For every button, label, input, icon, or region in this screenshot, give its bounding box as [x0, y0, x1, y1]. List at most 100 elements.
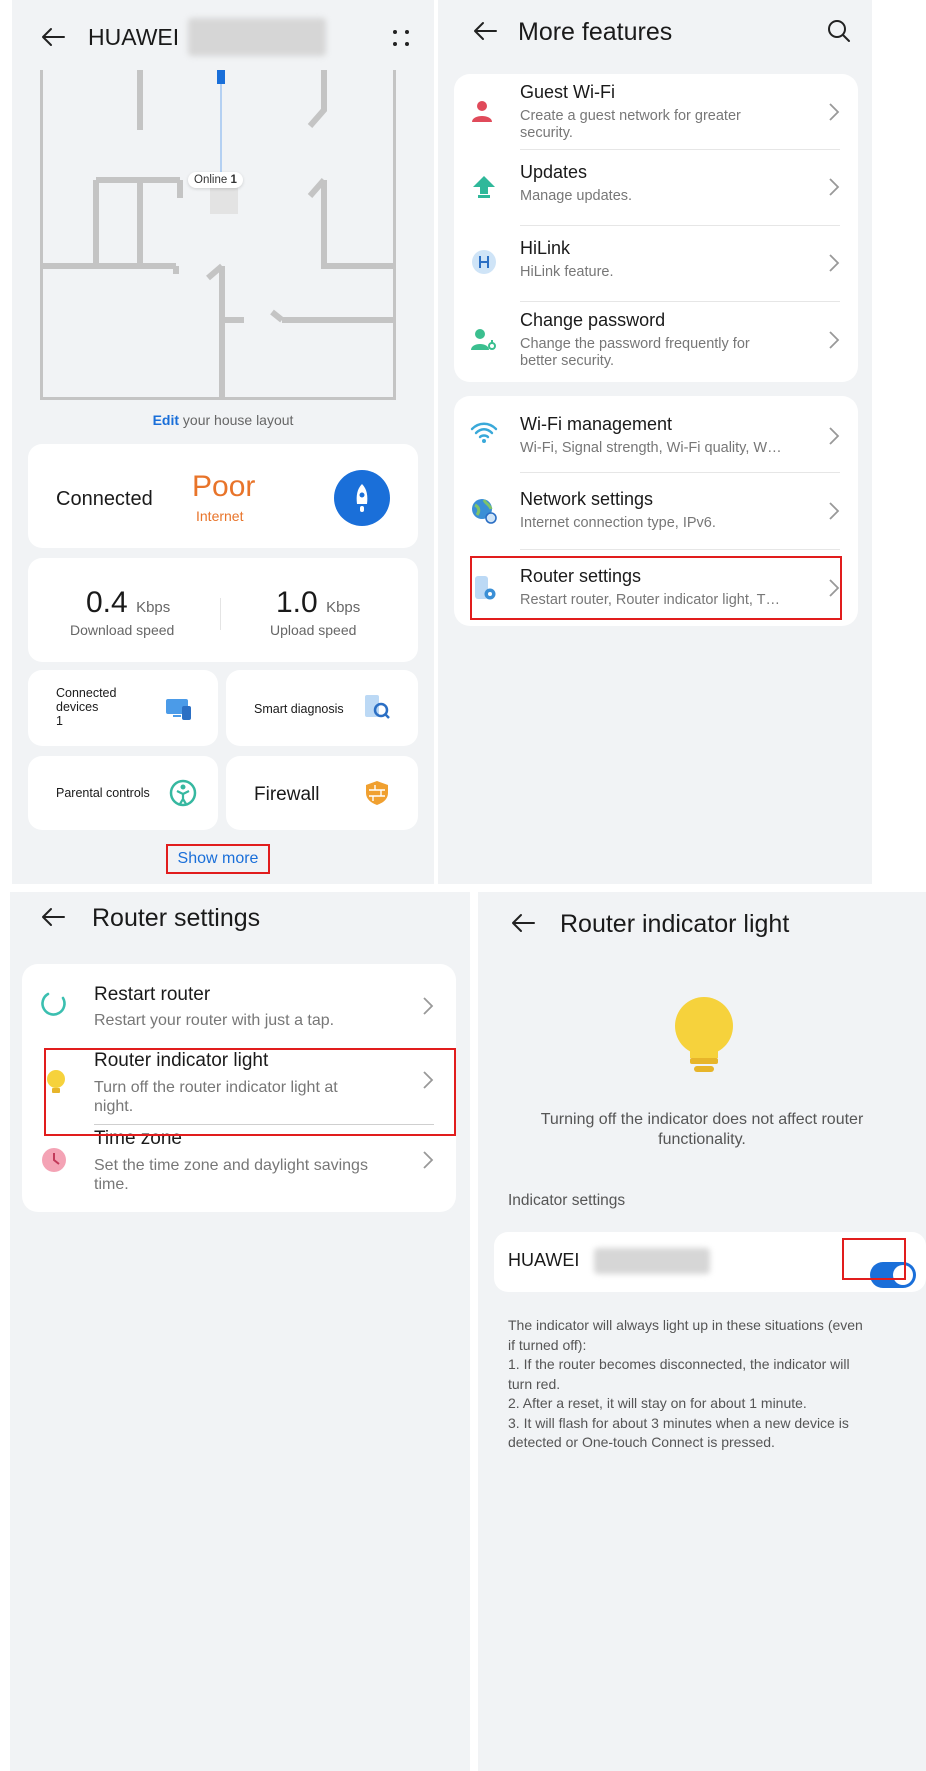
edit-layout-text: your house layout [179, 412, 294, 428]
item-title: Change password [520, 310, 666, 330]
redacted-device-name [594, 1248, 710, 1274]
hilink-icon [472, 250, 496, 274]
network-quality: Poor [192, 470, 256, 503]
connection-status-card[interactable]: Connected Poor Internet [28, 444, 418, 548]
item-title: HiLink [520, 238, 571, 258]
online-label: Online [194, 174, 228, 186]
connected-devices-label: Connected devices 1 [56, 686, 116, 728]
connected-devices-tile[interactable]: Connected devices 1 [28, 670, 218, 746]
online-count: 1 [230, 174, 237, 186]
parental-controls-label: Parental controls [56, 786, 150, 800]
chevron-right-icon [829, 103, 840, 121]
list-item-restart-router[interactable]: Restart router Restart your router with … [22, 964, 456, 1038]
person-icon [472, 101, 492, 122]
online-badge: Online 1 [188, 172, 243, 188]
page-title: HUAWEI [88, 24, 180, 50]
firewall-label: Firewall [254, 784, 320, 805]
router-home-panel: HUAWEI Online 1 Edit your house layout C… [12, 0, 434, 884]
download-speed-label: Download speed [70, 622, 175, 638]
upload-speed: 1.0 Kbps [276, 586, 360, 620]
item-subtitle: HiLink feature. [520, 264, 614, 280]
router-settings-panel: Router settings Restart router Restart y… [10, 892, 470, 1771]
connected-devices-label-l2: devices [56, 700, 99, 714]
speed-card: 0.4 Kbps Download speed 1.0 Kbps Upload … [28, 558, 418, 662]
item-title: Restart router [94, 984, 211, 1005]
list-item-wifi-management[interactable]: Wi-Fi management Wi-Fi, Signal strength,… [454, 396, 858, 473]
connection-label: Connected [56, 488, 153, 510]
speed-boost-button[interactable] [334, 470, 390, 526]
highlight-box [842, 1238, 906, 1280]
chevron-right-icon [829, 331, 840, 349]
page-title: Router indicator light [560, 910, 790, 938]
house-layout-map[interactable] [40, 70, 396, 400]
download-speed-unit: Kbps [136, 599, 171, 616]
bulb-illustration-icon [675, 997, 733, 1072]
highlight-box [470, 556, 842, 620]
download-speed-value: 0.4 [86, 586, 128, 619]
smart-diagnosis-tile[interactable]: Smart diagnosis [226, 670, 418, 746]
diagnosis-icon [365, 695, 390, 719]
description-line-1: Turning off the indicator does not affec… [540, 1111, 864, 1128]
item-subtitle: Restart your router with just a tap. [94, 1012, 335, 1029]
back-arrow-icon[interactable] [40, 904, 66, 930]
item-subtitle: Wi-Fi, Signal strength, Wi-Fi quality, W… [520, 440, 782, 456]
back-arrow-icon[interactable] [510, 910, 536, 936]
item-subtitle: Internet connection type, IPv6. [520, 515, 716, 531]
speed-divider [220, 598, 221, 630]
list-item-guest-wifi[interactable]: Guest Wi-Fi Create a guest network for g… [454, 74, 858, 150]
page-title: More features [518, 18, 673, 46]
item-subtitle: Create a guest network for greater securi… [520, 108, 741, 141]
item-title: Guest Wi-Fi [520, 82, 616, 102]
more-options-icon[interactable] [390, 26, 412, 50]
list-item-hilink[interactable]: HiLink HiLink feature. [454, 226, 858, 302]
device-name: HUAWEI [508, 1250, 580, 1270]
parental-controls-icon [169, 779, 197, 807]
connected-devices-count: 1 [56, 714, 63, 728]
globe-gear-icon [472, 499, 497, 524]
item-subtitle: Manage updates. [520, 188, 633, 204]
rocket-icon [356, 484, 368, 512]
upload-speed-unit: Kbps [326, 599, 361, 616]
back-arrow-icon[interactable] [472, 18, 498, 44]
indicator-notes: The indicator will always light up in th… [508, 1317, 863, 1450]
key-person-icon [471, 329, 496, 350]
chevron-right-icon [829, 178, 840, 196]
list-item-updates[interactable]: Updates Manage updates. [454, 150, 858, 226]
list-item-network-settings[interactable]: Network settings Internet connection typ… [454, 473, 858, 550]
item-subtitle: Change the password frequently for better… [520, 336, 750, 369]
features-group-1: Guest Wi-Fi Create a guest network for g… [454, 74, 858, 382]
chevron-right-icon [829, 254, 840, 272]
list-item-change-password[interactable]: Change password Change the password freq… [454, 302, 858, 382]
description-line-2: functionality. [658, 1131, 746, 1148]
connected-devices-label-l1: Connected [56, 686, 117, 700]
smart-diagnosis-label: Smart diagnosis [254, 702, 344, 716]
redacted-router-name [188, 18, 326, 56]
back-arrow-icon[interactable] [40, 24, 66, 50]
firewall-tile[interactable]: Firewall [226, 756, 418, 830]
devices-icon [166, 699, 191, 720]
chevron-right-icon [829, 502, 840, 520]
show-more-button[interactable]: Show more [166, 844, 270, 874]
download-speed: 0.4 Kbps [86, 586, 170, 620]
clock-icon [42, 1148, 66, 1172]
wifi-icon [470, 422, 498, 443]
chevron-right-icon [829, 427, 840, 445]
more-features-panel: More features Guest Wi-Fi Create a guest… [438, 0, 872, 884]
edit-layout-link[interactable]: Edit [153, 412, 179, 428]
item-title: Updates [520, 162, 588, 182]
upload-speed-value: 1.0 [276, 586, 318, 619]
list-item-time-zone[interactable]: Time zone Set the time zone and daylight… [22, 1128, 456, 1212]
parental-controls-tile[interactable]: Parental controls [28, 756, 218, 830]
item-title: Wi-Fi management [520, 414, 673, 434]
edit-layout-hint: Edit your house layout [12, 412, 434, 428]
upload-speed-label: Upload speed [270, 622, 357, 638]
item-subtitle: Set the time zone and daylight savings ti… [94, 1157, 368, 1193]
network-quality-sub: Internet [196, 508, 244, 524]
firewall-shield-icon [366, 781, 388, 805]
page-title: Router settings [92, 904, 261, 932]
highlight-box [44, 1048, 456, 1136]
indicator-description: Turning off the indicator does not affec… [498, 1110, 906, 1150]
item-title: Network settings [520, 489, 654, 509]
chevron-right-icon [423, 997, 434, 1015]
search-icon[interactable] [826, 18, 852, 44]
